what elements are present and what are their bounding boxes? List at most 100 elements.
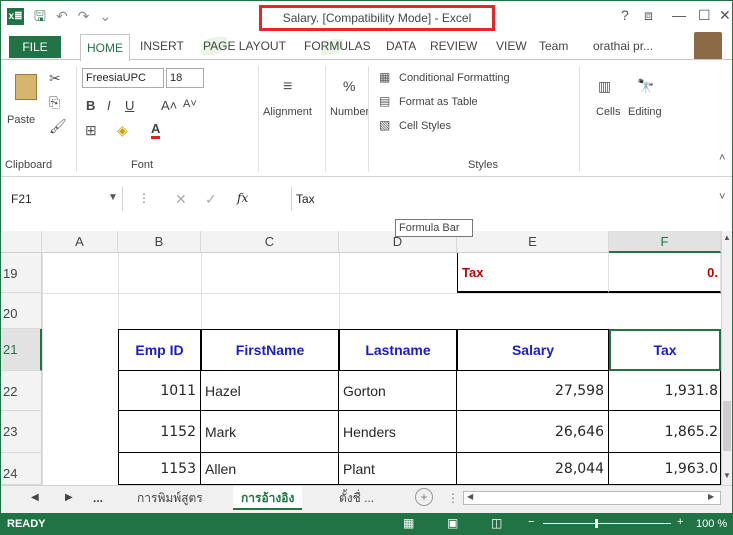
tax-cell[interactable]: 1,865.2 (609, 411, 721, 453)
restore-icon[interactable]: ☐ (698, 7, 711, 24)
header-emp-id[interactable]: Emp ID (118, 329, 201, 371)
scroll-up-icon[interactable]: ▲ (723, 233, 731, 242)
lastname-cell[interactable]: Henders (339, 411, 457, 453)
name-box-dropdown-icon[interactable]: ▼ (108, 192, 118, 203)
conditional-formatting-button[interactable]: Conditional Formatting (399, 72, 510, 84)
tab-review[interactable]: REVIEW (430, 39, 477, 53)
shrink-font-button[interactable]: A˅ (183, 98, 197, 110)
cancel-icon[interactable]: ✕ (175, 191, 187, 208)
undo-icon[interactable]: ↶ (56, 8, 68, 25)
close-icon[interactable]: ✕ (719, 7, 731, 24)
italic-button[interactable]: I (107, 98, 111, 113)
font-size-select[interactable]: 18 (166, 68, 204, 88)
paste-icon[interactable] (15, 74, 37, 100)
save-icon[interactable]: 🖫 (34, 8, 46, 25)
help-icon[interactable]: ? (621, 7, 629, 23)
tab-home[interactable]: HOME (80, 34, 130, 61)
alignment-icon[interactable]: ≡ (283, 78, 292, 96)
cells-button[interactable]: Cells (596, 106, 620, 118)
scroll-down-icon[interactable]: ▼ (723, 471, 731, 480)
bold-button[interactable]: B (86, 98, 95, 113)
zoom-slider[interactable] (543, 523, 671, 524)
header-salary[interactable]: Salary (457, 329, 609, 371)
emp-id-cell[interactable]: 1152 (118, 411, 201, 453)
grow-font-button[interactable]: A˄ (161, 98, 177, 113)
avatar[interactable] (694, 32, 722, 60)
tax-cell[interactable]: 1,963.0 (609, 453, 721, 485)
sheet-tab-naming[interactable]: ตั้งชื่ ... (331, 486, 382, 510)
scrollbar-thumb[interactable] (723, 401, 731, 451)
row-header-20[interactable]: 20 (1, 293, 42, 329)
header-firstname[interactable]: FirstName (201, 329, 339, 371)
tab-team[interactable]: Team (539, 39, 568, 53)
font-color-button[interactable]: A (151, 122, 161, 139)
new-sheet-button[interactable]: + (415, 488, 433, 506)
column-header-e[interactable]: E (457, 231, 609, 253)
percent-icon[interactable]: % (343, 78, 355, 94)
tax-cell[interactable]: 1,931.8 (609, 371, 721, 411)
row-header-22[interactable]: 22 (1, 371, 42, 411)
row-header-23[interactable]: 23 (1, 411, 42, 453)
tab-file[interactable]: FILE (9, 36, 61, 58)
tab-split-icon[interactable]: ⋮ (447, 491, 459, 505)
enter-icon[interactable]: ✓ (205, 191, 217, 208)
zoom-out-icon[interactable]: − (528, 516, 534, 528)
select-all-corner[interactable] (1, 231, 42, 253)
ribbon-display-icon[interactable]: ⧈ (644, 7, 653, 24)
row-header-24[interactable]: 24 (1, 453, 42, 485)
paste-button[interactable]: Paste (7, 114, 35, 126)
scroll-left-icon[interactable]: ◀ (467, 492, 473, 501)
column-header-b[interactable]: B (118, 231, 201, 253)
alignment-button[interactable]: Alignment (263, 106, 312, 118)
row-header-21[interactable]: 21 (1, 329, 42, 371)
sheet-tab-formula-typing[interactable]: การพิมพ์สูตร (129, 486, 211, 510)
salary-cell[interactable]: 27,598 (457, 371, 609, 411)
zoom-in-icon[interactable]: + (677, 516, 683, 528)
fill-color-icon[interactable]: ◈ (117, 122, 128, 139)
header-tax-selected[interactable]: Tax (609, 329, 721, 371)
excel-logo-icon[interactable]: x≣ (7, 8, 24, 25)
tab-view[interactable]: VIEW (496, 39, 527, 53)
tab-page-layout[interactable]: PAGE LAYOUT (203, 39, 286, 53)
cell-styles-button[interactable]: Cell Styles (399, 120, 451, 132)
editing-button[interactable]: Editing (628, 106, 662, 118)
header-lastname[interactable]: Lastname (339, 329, 457, 371)
tax-label-cell[interactable]: Tax (457, 253, 609, 293)
sheet-tab-reference[interactable]: การอ้างอิง (233, 486, 303, 510)
name-box[interactable]: F21 (5, 187, 123, 211)
firstname-cell[interactable]: Mark (201, 411, 339, 453)
formula-input[interactable]: Tax (291, 187, 732, 211)
number-button[interactable]: Number (330, 106, 369, 118)
next-sheet-icon[interactable]: ▶ (65, 492, 73, 503)
zoom-slider-thumb[interactable] (595, 519, 598, 528)
firstname-cell[interactable]: Allen (201, 453, 339, 485)
tax-rate-cell[interactable]: 0. (609, 253, 721, 293)
vertical-scrollbar[interactable]: ▲ ▼ (721, 231, 732, 485)
page-break-view-icon[interactable]: ◫ (491, 516, 502, 530)
user-account[interactable]: orathai pr... (593, 39, 653, 53)
tab-formulas[interactable]: FORMULAS (304, 39, 371, 53)
column-header-a[interactable]: A (42, 231, 118, 253)
underline-button[interactable]: U (125, 98, 134, 113)
cut-icon[interactable]: ✂ (49, 70, 61, 87)
expand-formula-bar-icon[interactable]: ˅ (719, 191, 725, 203)
column-header-f[interactable]: F (609, 231, 721, 253)
collapse-ribbon-icon[interactable]: ˄ (719, 152, 725, 164)
tab-insert[interactable]: INSERT (140, 39, 184, 53)
font-name-select[interactable]: FreesiaUPC (82, 68, 164, 88)
format-as-table-button[interactable]: Format as Table (399, 96, 478, 108)
insert-function-icon[interactable]: fx (237, 191, 248, 205)
tab-data[interactable]: DATA (386, 39, 416, 53)
firstname-cell[interactable]: Hazel (201, 371, 339, 411)
zoom-level[interactable]: 100 % (696, 518, 727, 530)
customize-qat-icon[interactable]: ⌄ (99, 8, 111, 25)
format-painter-icon[interactable]: 🖌 (49, 118, 67, 135)
emp-id-cell[interactable]: 1011 (118, 371, 201, 411)
column-header-c[interactable]: C (201, 231, 339, 253)
redo-icon[interactable]: ↷ (78, 8, 90, 25)
minimize-icon[interactable]: — (672, 7, 686, 23)
more-sheets-left[interactable]: ... (93, 491, 103, 505)
normal-view-icon[interactable]: ▦ (403, 516, 414, 530)
page-layout-view-icon[interactable]: ▣ (447, 516, 458, 530)
borders-icon[interactable]: ⊞ (85, 122, 97, 139)
